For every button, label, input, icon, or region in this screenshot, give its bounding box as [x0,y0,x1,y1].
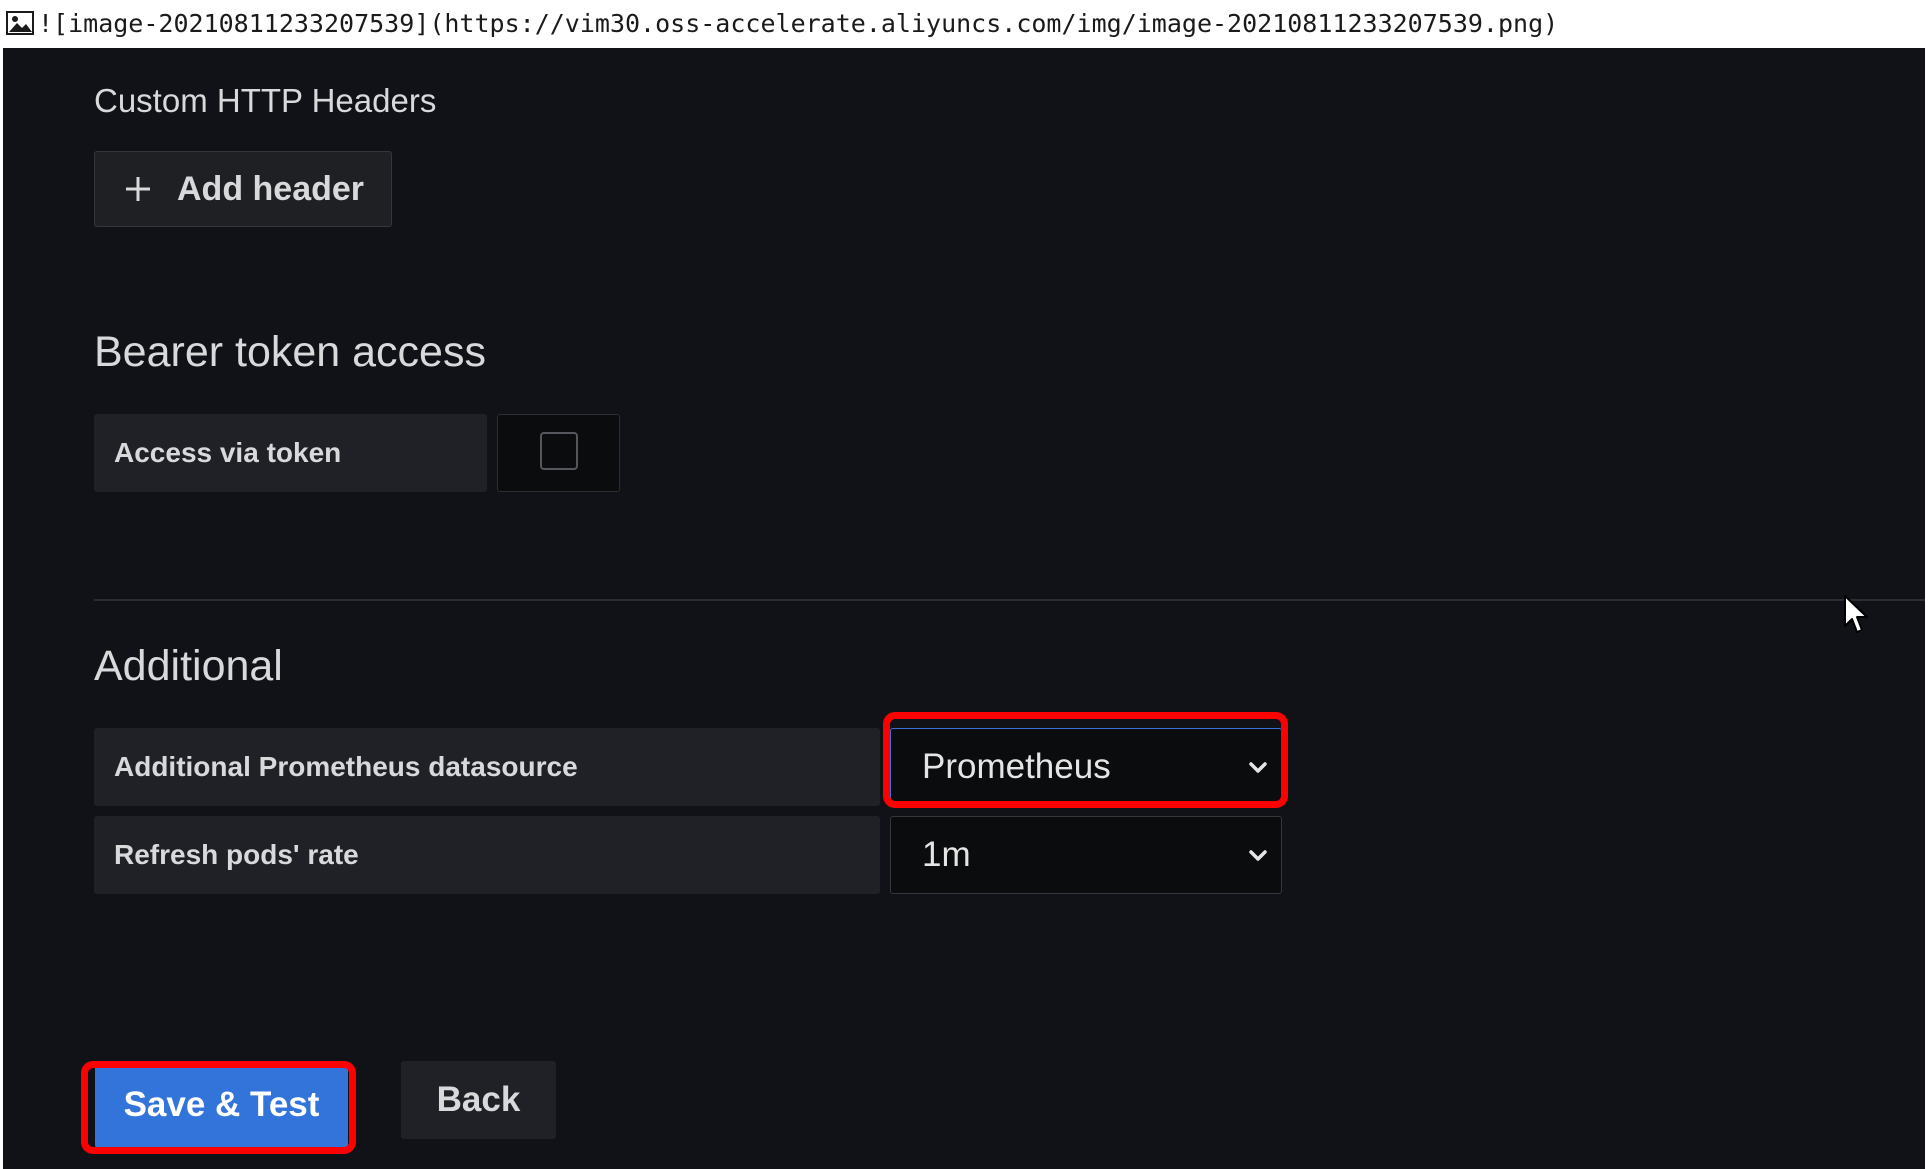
datasource-settings-panel: Custom HTTP Headers Add header Bearer to… [3,48,1925,1169]
additional-title: Additional [94,642,283,690]
markdown-image-line: ![image-20210811233207539](https://vim30… [0,0,1928,46]
add-header-button[interactable]: Add header [94,151,392,227]
broken-image-icon [6,11,34,35]
mouse-cursor-icon [1844,595,1868,633]
refresh-pods-rate-label: Refresh pods' rate [94,816,880,894]
add-header-label: Add header [177,169,365,208]
access-via-token-label: Access via token [94,414,487,492]
back-button[interactable]: Back [401,1061,556,1139]
refresh-pods-rate-value: 1m [922,835,971,874]
plus-icon [126,177,150,201]
chevron-down-icon [1249,762,1267,773]
bearer-token-title: Bearer token access [94,328,486,376]
section-divider [94,599,1925,601]
refresh-pods-rate-select[interactable]: 1m [890,816,1282,894]
custom-headers-title: Custom HTTP Headers [94,82,437,119]
prometheus-datasource-select[interactable]: Prometheus [890,728,1282,806]
access-via-token-checkbox[interactable] [540,432,578,470]
prometheus-datasource-label: Additional Prometheus datasource [94,728,880,806]
chevron-down-icon [1249,850,1267,861]
prometheus-datasource-value: Prometheus [922,747,1111,786]
save-and-test-button[interactable]: Save & Test [95,1061,348,1148]
markdown-image-text: ![image-20210811233207539](https://vim30… [38,8,1559,38]
